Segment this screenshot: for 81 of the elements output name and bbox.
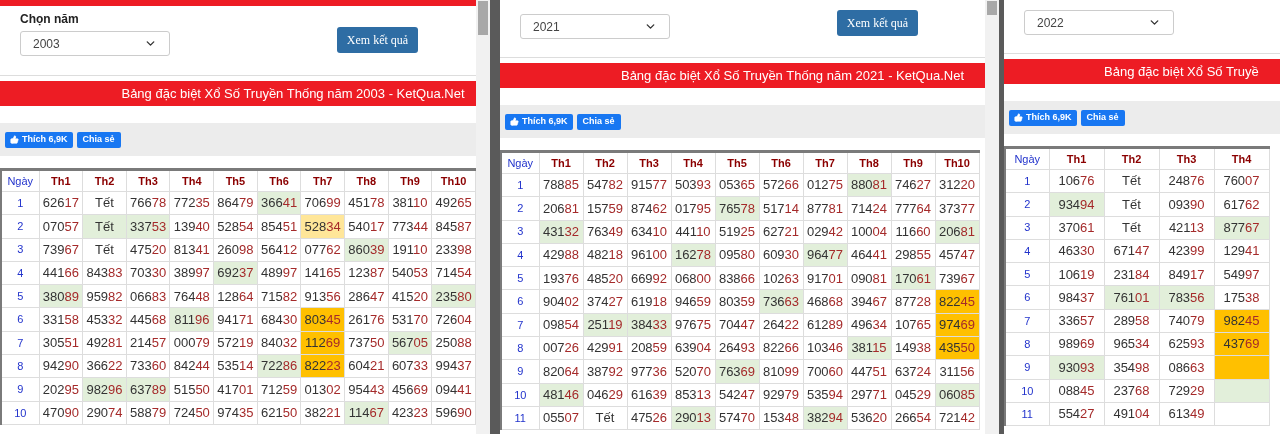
month-header: Th1	[1049, 147, 1104, 170]
month-header: Th5	[715, 151, 759, 174]
banner-title: Bảng đặc biệt Xổ Số Truyền Thống năm 2003 - KetQua.Net	[121, 84, 465, 103]
share-button[interactable]: Chia sẻ	[576, 113, 621, 130]
day-cell: 2	[1005, 192, 1049, 217]
like-button[interactable]: Thích 6,9K	[505, 113, 573, 130]
day-cell: 10	[501, 383, 539, 407]
day-cell: 6	[1, 308, 40, 332]
year-select[interactable]: 2021	[520, 14, 670, 39]
month-header: Th8	[847, 151, 891, 174]
day-cell: 1	[1005, 169, 1049, 193]
month-header: Th1	[39, 169, 83, 192]
day-cell: 11	[1005, 402, 1049, 426]
month-header: Th7	[300, 169, 345, 192]
day-cell: 7	[501, 313, 539, 337]
day-header: Ngày	[1, 169, 40, 192]
day-cell: 5	[501, 266, 539, 290]
month-header: Th2	[1104, 147, 1159, 170]
month-header: Th3	[1159, 147, 1214, 170]
year-label: Chọn năm	[20, 12, 80, 26]
day-cell: 9	[1005, 355, 1049, 380]
month-header: Th3	[627, 151, 671, 174]
month-header: Th5	[213, 169, 258, 192]
day-header: Ngày	[501, 151, 539, 174]
month-header: Th2	[82, 169, 127, 192]
day-cell: 7	[1005, 309, 1049, 333]
day-cell: 11	[501, 406, 539, 430]
month-header: Th4	[169, 169, 214, 192]
day-cell: 8	[1005, 332, 1049, 356]
month-header: Th4	[1214, 147, 1269, 170]
day-cell: 6	[1005, 286, 1049, 310]
banner-title: Bảng đặc biệt Xổ Số Truyền Thống năm 2021 - KetQua.Net	[620, 66, 964, 85]
day-cell: 2	[501, 196, 539, 221]
day-cell: 10	[1, 401, 40, 425]
view-results-button[interactable]: Xem kết quả	[337, 27, 418, 53]
share-button[interactable]: Chia sẻ	[76, 131, 121, 148]
day-header: Ngày	[1005, 147, 1049, 170]
like-button[interactable]: Thích 6,9K	[1009, 109, 1077, 126]
month-header: Th9	[388, 169, 432, 192]
day-cell: 3	[501, 220, 539, 244]
day-cell: 6	[501, 290, 539, 314]
day-cell: 5	[1, 284, 40, 308]
day-cell: 4	[501, 243, 539, 267]
month-header: Th2	[583, 151, 627, 174]
day-cell: 1	[501, 173, 539, 197]
like-button[interactable]: Thích 6,9K	[5, 131, 73, 148]
month-header: Th6	[759, 151, 803, 174]
day-cell: 3	[1, 238, 40, 262]
month-header: Th4	[671, 151, 715, 174]
day-cell: 1	[1, 191, 40, 215]
day-cell: 2	[1, 214, 40, 239]
day-cell: 8	[501, 336, 539, 360]
month-header: Th7	[803, 151, 847, 174]
month-header: Th8	[344, 169, 389, 192]
year-select[interactable]: 2003	[20, 31, 170, 56]
month-header: Th10	[431, 169, 476, 192]
month-header: Th1	[539, 151, 583, 174]
view-results-button[interactable]: Xem kết quả	[837, 10, 918, 36]
share-button[interactable]: Chia sẻ	[1080, 109, 1125, 126]
day-cell: 3	[1005, 216, 1049, 240]
thumbs-up-icon	[1014, 113, 1023, 122]
banner-title: Bảng đặc biệt Xổ Số Truyề	[1104, 62, 1259, 81]
month-header: Th3	[126, 169, 170, 192]
year-select[interactable]: 2022	[1024, 10, 1174, 35]
day-cell: 5	[1005, 262, 1049, 286]
month-header: Th9	[891, 151, 935, 174]
scrollbar-thumb[interactable]	[987, 1, 997, 15]
day-cell: 4	[1005, 239, 1049, 263]
day-cell: 7	[1, 331, 40, 355]
thumbs-up-icon	[510, 117, 519, 126]
thumbs-up-icon	[10, 135, 19, 144]
day-cell: 10	[1005, 379, 1049, 403]
scrollbar[interactable]	[476, 0, 490, 434]
month-header: Th6	[257, 169, 301, 192]
day-cell: 9	[501, 359, 539, 384]
scrollbar-thumb[interactable]	[478, 1, 488, 35]
month-header: Th10	[935, 151, 979, 174]
scrollbar[interactable]	[985, 0, 999, 434]
day-cell: 4	[1, 261, 40, 285]
day-cell: 9	[1, 377, 40, 402]
day-cell: 8	[1, 354, 40, 378]
